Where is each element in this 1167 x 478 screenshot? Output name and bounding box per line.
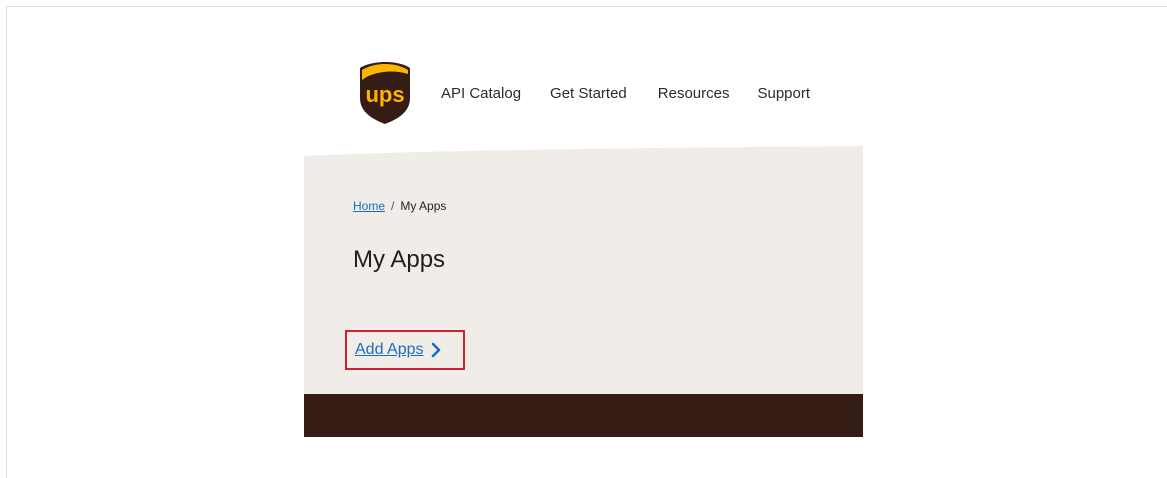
nav-api-catalog[interactable]: API Catalog	[441, 85, 521, 102]
nav-support[interactable]: Support	[757, 85, 810, 102]
breadcrumb: Home / My Apps	[353, 199, 446, 213]
page-title: My Apps	[353, 246, 446, 273]
main-nav: API Catalog Get Started Resources Suppor…	[441, 85, 810, 102]
nav-resources[interactable]: Resources	[658, 85, 730, 102]
svg-text:ups: ups	[365, 82, 404, 107]
footer-band	[304, 394, 863, 437]
breadcrumb-home-link[interactable]: Home	[353, 199, 385, 213]
breadcrumb-separator: /	[391, 199, 395, 213]
chevron-right-icon[interactable]	[430, 342, 442, 358]
nav-get-started[interactable]: Get Started	[550, 85, 627, 102]
add-apps-label[interactable]: Add Apps	[355, 341, 424, 359]
add-apps-button[interactable]: Add Apps	[345, 330, 465, 370]
breadcrumb-current: My Apps	[400, 199, 447, 213]
hero-section: Home / My Apps My Apps Add Apps	[304, 146, 863, 394]
site-header: ups API Catalog Get Started Resources Su…	[358, 60, 828, 130]
ups-logo[interactable]: ups	[358, 60, 412, 126]
ups-shield-icon: ups	[360, 62, 410, 124]
